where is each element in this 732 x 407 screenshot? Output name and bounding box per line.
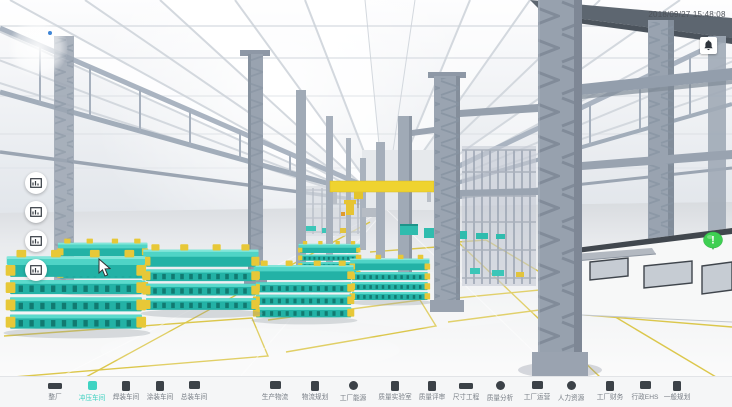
notifications-button[interactable]: [700, 37, 717, 54]
lab-icon: [391, 381, 399, 391]
tab-whole-plant[interactable]: 整厂: [35, 381, 75, 402]
navigation-compass[interactable]: [8, 18, 68, 78]
bell-icon: [704, 40, 713, 51]
timestamp-display: 2018/09/27 15:48:08: [641, 8, 732, 22]
building-icon: [640, 381, 651, 389]
module-quality-analysis[interactable]: 质量分析: [480, 381, 520, 403]
review-doc-icon: [428, 381, 436, 391]
kpi-panel-button-1[interactable]: [25, 172, 47, 194]
storage-racks-right: [462, 146, 536, 286]
module-human-resources[interactable]: 人力资源: [551, 381, 591, 403]
module-logistics-planning[interactable]: 物流规划: [295, 381, 335, 402]
scene-3d-viewport[interactable]: !: [0, 0, 732, 377]
operations-chart-icon: [532, 381, 543, 389]
module-production-logistics[interactable]: 生产物流: [255, 381, 295, 402]
logistics-plan-icon: [311, 381, 319, 391]
assembly-icon: [189, 381, 200, 389]
energy-icon: [349, 381, 358, 390]
truck-icon: [270, 381, 281, 389]
ruler-icon: [459, 383, 473, 389]
person-icon: [567, 381, 576, 390]
die-stack[interactable]: [4, 250, 151, 339]
factory-icon: [48, 383, 62, 389]
shield-icon: [496, 381, 505, 390]
painting-icon: [156, 381, 164, 391]
kpi-panel-button-4[interactable]: [25, 259, 47, 281]
kpi-chart-icon: [30, 236, 42, 246]
tab-assembly-shop[interactable]: 总装车间: [174, 381, 214, 402]
mouse-cursor: [98, 258, 111, 277]
kpi-chart-icon: [30, 178, 42, 188]
digital-twin-app: ! 2018/09/27 15:48:08 整厂 冲压车间 焊装车间 涂装车间 …: [0, 0, 732, 407]
die-stack[interactable]: [251, 260, 357, 324]
module-general-planning[interactable]: 一般规划: [657, 381, 697, 402]
finance-icon: [606, 381, 614, 391]
stamping-icon: [88, 381, 97, 390]
bottom-toolbar: 整厂 冲压车间 焊装车间 涂装车间 总装车间 生产物流 物流规划 工厂能源 质量…: [0, 376, 732, 407]
planning-icon: [673, 381, 681, 391]
welding-icon: [122, 381, 130, 391]
die-stack[interactable]: [348, 255, 432, 306]
alert-symbol: !: [711, 235, 715, 247]
module-factory-finance[interactable]: 工厂财务: [590, 381, 630, 402]
kpi-panel-button-2[interactable]: [25, 201, 47, 223]
module-factory-energy[interactable]: 工厂能源: [333, 381, 373, 403]
kpi-chart-icon: [30, 207, 42, 217]
compass-north-dot: [48, 31, 52, 35]
kpi-chart-icon: [30, 265, 42, 275]
kpi-panel-button-3[interactable]: [25, 230, 47, 252]
